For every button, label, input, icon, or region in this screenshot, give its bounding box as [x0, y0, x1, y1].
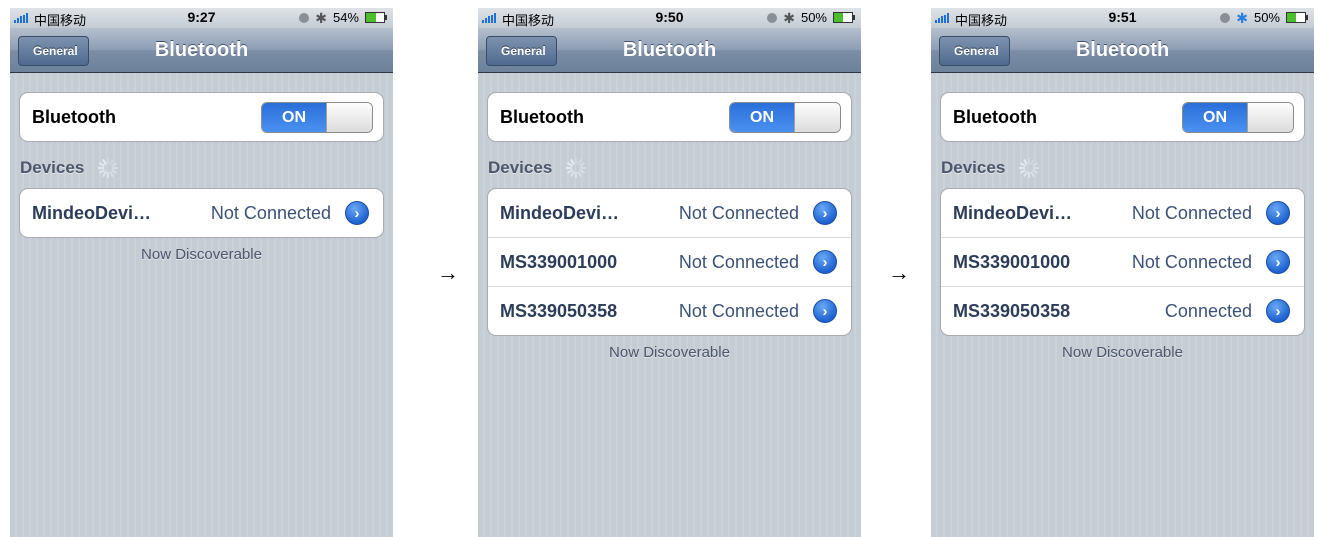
- device-name: MS339001000: [953, 252, 1071, 272]
- devices-header-label: Devices: [20, 158, 85, 177]
- device-status: Not Connected: [1131, 203, 1252, 223]
- page-title: Bluetooth: [154, 39, 249, 61]
- devices-header: Devices: [20, 158, 119, 178]
- bluetooth-row: Bluetooth ON: [941, 93, 1304, 141]
- orientation-lock-icon: [1220, 12, 1231, 23]
- bluetooth-row: Bluetooth ON: [20, 93, 383, 141]
- devices-list: MindeoDevi… Not Connected › MS339001000 …: [940, 188, 1305, 336]
- bluetooth-icon: ✱: [1236, 9, 1248, 26]
- detail-disclosure-icon[interactable]: ›: [345, 201, 369, 225]
- bluetooth-label: Bluetooth: [500, 107, 584, 127]
- bluetooth-toggle-group: Bluetooth ON: [940, 92, 1305, 142]
- navigation-bar: General Bluetooth: [10, 28, 393, 73]
- detail-disclosure-icon[interactable]: ›: [1266, 250, 1290, 274]
- toggle-on-label: ON: [262, 103, 326, 132]
- device-name: MS339001000: [500, 252, 618, 272]
- screen-3: 中国移动 9:51 ✱ 50% General Bluetooth Blueto…: [931, 8, 1314, 537]
- battery-icon: [1286, 12, 1308, 23]
- status-bar: 中国移动 9:51 ✱ 50%: [931, 8, 1314, 28]
- status-bar: 中国移动 9:50 ✱ 50%: [478, 8, 861, 28]
- discoverable-note: Now Discoverable: [1062, 344, 1183, 361]
- bluetooth-toggle-group: Bluetooth ON: [487, 92, 852, 142]
- bluetooth-icon: ✱: [783, 9, 795, 26]
- devices-header-label: Devices: [941, 158, 1006, 177]
- devices-header-label: Devices: [488, 158, 553, 177]
- detail-disclosure-icon[interactable]: ›: [813, 201, 837, 225]
- page-title: Bluetooth: [622, 39, 717, 61]
- device-row[interactable]: MS339001000 Not Connected ›: [941, 237, 1304, 286]
- device-row[interactable]: MindeoDevi… Not Connected ›: [20, 189, 383, 237]
- devices-list: MindeoDevi… Not Connected › MS339001000 …: [487, 188, 852, 336]
- bluetooth-icon: ✱: [315, 9, 327, 26]
- navigation-bar: General Bluetooth: [931, 28, 1314, 73]
- device-name: MindeoDevi…: [953, 203, 1073, 223]
- detail-disclosure-icon[interactable]: ›: [1266, 299, 1290, 323]
- battery-icon: [365, 12, 387, 23]
- page-title: Bluetooth: [1075, 39, 1170, 61]
- device-name: MindeoDevi…: [32, 203, 152, 223]
- detail-disclosure-icon[interactable]: ›: [1266, 201, 1290, 225]
- discoverable-note: Now Discoverable: [609, 344, 730, 361]
- arrow-right-icon: →: [437, 260, 459, 285]
- battery-percent: 50%: [800, 10, 827, 25]
- devices-header: Devices: [941, 158, 1040, 178]
- bluetooth-row: Bluetooth ON: [488, 93, 851, 141]
- devices-list: MindeoDevi… Not Connected ›: [19, 188, 384, 238]
- screen-1: 中国移动 9:27 ✱ 54% General Bluetooth Blueto…: [10, 8, 393, 537]
- discoverable-note: Now Discoverable: [141, 246, 262, 263]
- device-status: Not Connected: [210, 203, 331, 223]
- bluetooth-label: Bluetooth: [32, 107, 116, 127]
- device-status: Not Connected: [678, 301, 799, 321]
- bluetooth-toggle[interactable]: ON: [729, 102, 841, 133]
- battery-icon: [833, 12, 855, 23]
- toggle-knob: [794, 103, 840, 132]
- device-row[interactable]: MindeoDevi… Not Connected ›: [488, 189, 851, 237]
- devices-header: Devices: [488, 158, 587, 178]
- device-status: Connected: [1164, 301, 1252, 321]
- detail-disclosure-icon[interactable]: ›: [813, 250, 837, 274]
- activity-spinner-icon: [566, 158, 587, 178]
- bluetooth-toggle[interactable]: ON: [1182, 102, 1294, 133]
- bluetooth-toggle-group: Bluetooth ON: [19, 92, 384, 142]
- toggle-on-label: ON: [1183, 103, 1247, 132]
- bluetooth-label: Bluetooth: [953, 107, 1037, 127]
- device-row[interactable]: MS339001000 Not Connected ›: [488, 237, 851, 286]
- device-name: MS339050358: [500, 301, 618, 321]
- activity-spinner-icon: [98, 158, 119, 178]
- status-bar: 中国移动 9:27 ✱ 54%: [10, 8, 393, 28]
- screen-2: 中国移动 9:50 ✱ 50% General Bluetooth Blueto…: [478, 8, 861, 537]
- battery-percent: 54%: [332, 10, 359, 25]
- arrow-right-icon: →: [888, 260, 910, 285]
- device-name: MS339050358: [953, 301, 1071, 321]
- device-row[interactable]: MindeoDevi… Not Connected ›: [941, 189, 1304, 237]
- device-status: Not Connected: [678, 252, 799, 272]
- navigation-bar: General Bluetooth: [478, 28, 861, 73]
- toggle-knob: [1247, 103, 1293, 132]
- orientation-lock-icon: [299, 12, 310, 23]
- toggle-knob: [326, 103, 372, 132]
- device-name: MindeoDevi…: [500, 203, 620, 223]
- orientation-lock-icon: [767, 12, 778, 23]
- battery-percent: 50%: [1253, 10, 1280, 25]
- bluetooth-toggle[interactable]: ON: [261, 102, 373, 133]
- device-row[interactable]: MS339050358 Not Connected ›: [488, 286, 851, 335]
- detail-disclosure-icon[interactable]: ›: [813, 299, 837, 323]
- toggle-on-label: ON: [730, 103, 794, 132]
- activity-spinner-icon: [1019, 158, 1040, 178]
- device-row[interactable]: MS339050358 Connected ›: [941, 286, 1304, 335]
- device-status: Not Connected: [1131, 252, 1252, 272]
- device-status: Not Connected: [678, 203, 799, 223]
